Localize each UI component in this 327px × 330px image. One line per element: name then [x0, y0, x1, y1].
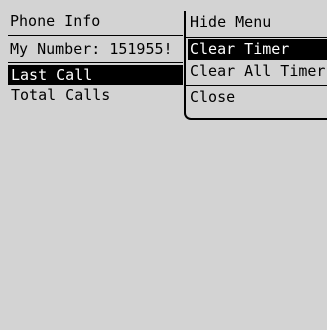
context-menu: Hide Menu Clear Timer Clear All Timers C…	[184, 11, 327, 120]
menu-divider	[186, 85, 327, 86]
menu-divider	[186, 37, 327, 38]
info-list: Last Call Total Calls	[8, 65, 183, 105]
my-number-field: My Number: 151955!	[10, 40, 173, 58]
list-item-last-call[interactable]: Last Call	[8, 65, 183, 85]
screen-title: Phone Info	[10, 12, 101, 30]
list-item-total-calls[interactable]: Total Calls	[8, 85, 183, 105]
menu-item-clear-all-timers[interactable]: Clear All Timers	[188, 61, 327, 82]
number-divider	[8, 62, 183, 63]
title-divider	[8, 35, 183, 36]
menu-item-clear-timer[interactable]: Clear Timer	[188, 39, 327, 60]
menu-item-close[interactable]: Close	[188, 87, 327, 108]
menu-item-hide-menu[interactable]: Hide Menu	[188, 12, 327, 33]
